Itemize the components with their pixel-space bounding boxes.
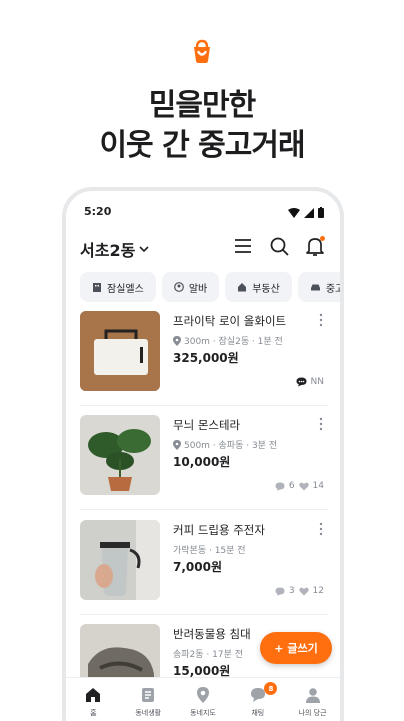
item-like-count: 14	[312, 481, 324, 491]
item-chat-label: NN	[310, 377, 324, 387]
tab-label: 채팅	[251, 709, 265, 717]
home-icon	[86, 688, 101, 702]
chip-apartment[interactable]: 잠실엘스	[80, 272, 156, 302]
heart-icon	[298, 587, 309, 595]
more-vertical-icon[interactable]	[318, 522, 324, 536]
chip-usedcar[interactable]: 중고차	[297, 272, 340, 302]
building-icon	[93, 283, 101, 292]
item-comment-count: 3	[288, 586, 295, 596]
top-bar: 서초2동	[80, 235, 326, 261]
item-stats: 3 12	[275, 586, 324, 596]
chat-badge: 8	[264, 682, 278, 695]
category-chips: 잠실엘스 알바 부동산 중고차	[80, 272, 340, 302]
tab-chat[interactable]: 8 채팅	[230, 678, 285, 721]
location-pin-icon	[173, 335, 181, 346]
item-meta-text: 송파2동 · 17분 전	[173, 650, 244, 660]
map-pin-icon	[196, 687, 209, 703]
item-stats: NN	[296, 377, 324, 387]
headline-line2: 이웃 간 중고거래	[99, 128, 305, 163]
write-post-label: + 글쓰기	[274, 642, 318, 655]
chevron-down-icon	[139, 246, 149, 253]
battery-icon	[318, 207, 324, 218]
wifi-icon	[288, 207, 300, 218]
item-price: 325,000원	[173, 351, 239, 365]
person-circle-icon	[173, 282, 184, 292]
divider	[80, 614, 328, 615]
item-thumbnail	[80, 520, 160, 600]
item-thumbnail	[80, 311, 160, 391]
status-time: 5:20	[84, 205, 112, 218]
chip-label: 알바	[188, 283, 208, 295]
list-item[interactable]: 무늬 몬스테라 500m · 송파동 · 3분 전 10,000원 6 14	[80, 415, 328, 519]
item-meta-text: 300m · 잠실2동 · 1분 전	[184, 337, 283, 347]
tab-community[interactable]: 동네생활	[121, 678, 176, 721]
more-vertical-icon[interactable]	[318, 417, 324, 431]
chip-label: 부동산	[252, 283, 280, 295]
tab-home[interactable]: 홈	[66, 678, 121, 721]
person-icon	[305, 688, 320, 703]
item-thumbnail	[80, 415, 160, 495]
notification-dot	[320, 236, 325, 241]
tab-map[interactable]: 동네지도	[176, 678, 231, 721]
more-vertical-icon[interactable]	[318, 313, 324, 327]
tab-label: 나의 당근	[298, 709, 327, 717]
location-selector[interactable]: 서초2동	[80, 237, 149, 261]
item-price: 10,000원	[173, 455, 231, 469]
write-post-button[interactable]: + 글쓰기	[260, 632, 332, 664]
list-item[interactable]: 커피 드립용 주전자 가락본동 · 15분 전 7,000원 3 12	[80, 520, 328, 624]
item-title: 프라이탁 로이 올화이트	[173, 314, 287, 328]
location-pin-icon	[173, 439, 181, 450]
status-icons	[288, 207, 324, 218]
item-meta-text: 가락본동 · 15분 전	[173, 546, 246, 556]
comment-icon	[275, 482, 285, 491]
tab-label: 홈	[90, 709, 97, 717]
tab-my-karrot[interactable]: 나의 당근	[285, 678, 340, 721]
tab-label: 동네생활	[135, 709, 162, 717]
item-stats: 6 14	[275, 481, 324, 491]
item-meta-text: 500m · 송파동 · 3분 전	[184, 441, 278, 451]
chip-label: 잠실엘스	[107, 283, 144, 295]
status-bar: 5:20	[84, 205, 324, 221]
chip-parttime[interactable]: 알바	[161, 272, 220, 302]
bottom-tab-bar: 홈 동네생활 동네지도 8 채팅 나의 당근	[66, 677, 340, 721]
item-comment-count: 6	[288, 481, 295, 491]
item-meta: 300m · 잠실2동 · 1분 전	[173, 334, 283, 347]
search-icon[interactable]	[268, 235, 290, 257]
item-price: 7,000원	[173, 560, 222, 574]
comment-icon	[275, 587, 285, 596]
item-title: 무늬 몬스테라	[173, 418, 241, 432]
item-meta: 가락본동 · 15분 전	[173, 543, 246, 556]
item-meta: 500m · 송파동 · 3분 전	[173, 438, 277, 451]
tab-label: 동네지도	[190, 709, 216, 717]
chip-realestate[interactable]: 부동산	[225, 272, 292, 302]
chip-label: 중고차	[325, 283, 340, 295]
menu-icon[interactable]	[232, 235, 254, 257]
house-icon	[238, 283, 247, 292]
app-screen: 5:20 서초2동 잠실엘스 알바 부동산 중 프라이탁 로이 올화이트 300…	[66, 191, 340, 721]
chat-bubble-icon	[296, 377, 307, 387]
headline-line1: 믿을만한	[148, 88, 256, 123]
karrot-logo-icon	[189, 38, 215, 64]
phone-frame: 5:20 서초2동 잠실엘스 알바 부동산 중 프라이탁 로이 올화이트 300…	[62, 187, 344, 721]
divider	[80, 405, 328, 406]
item-meta: 송파2동 · 17분 전	[173, 647, 243, 660]
location-label: 서초2동	[80, 241, 136, 260]
item-title: 커피 드립용 주전자	[173, 523, 265, 537]
car-icon	[310, 284, 320, 291]
divider	[80, 509, 328, 510]
list-item[interactable]: 프라이탁 로이 올화이트 300m · 잠실2동 · 1분 전 325,000원…	[80, 311, 328, 415]
item-title: 반려동물용 침대	[173, 627, 251, 641]
document-icon	[142, 688, 155, 702]
bell-icon[interactable]	[304, 235, 326, 257]
heart-icon	[298, 482, 309, 490]
signal-icon	[304, 207, 314, 218]
item-like-count: 12	[312, 586, 324, 596]
